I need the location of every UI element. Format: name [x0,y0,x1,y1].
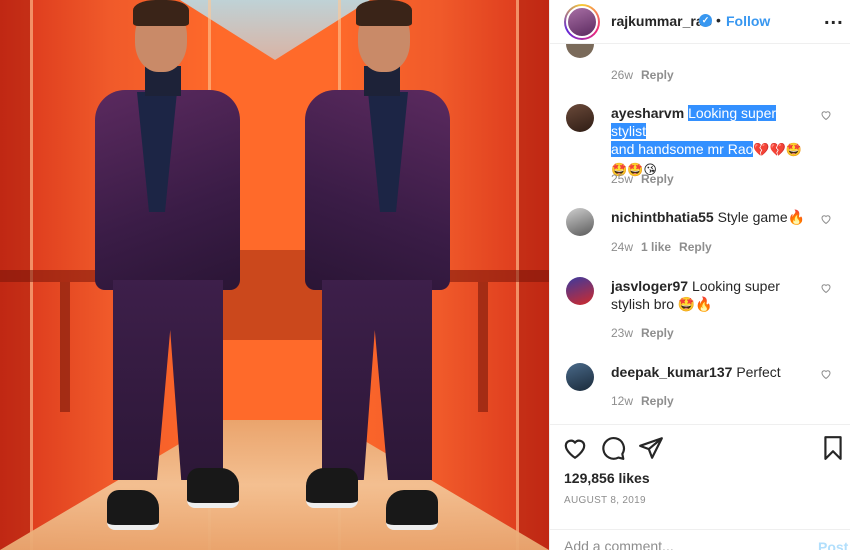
comments-list[interactable]: 26w Reply ayesharvm Looking super stylist… [550,44,850,424]
post-side-panel: rajkummar_rao ✓ • Follow ... 26w Reply ay… [549,0,850,550]
photo-table-leg [478,282,488,412]
likes-count[interactable]: 129,856 likes [564,470,650,486]
comment-username[interactable]: ayesharvm [611,105,684,121]
add-comment-input[interactable] [564,538,794,550]
like-comment-heart-icon[interactable] [820,109,832,121]
reply-button[interactable]: Reply [641,326,674,340]
like-heart-icon[interactable] [562,435,588,461]
comment-emojis: 💔💔🤩 [753,143,802,158]
author-avatar[interactable] [564,4,600,40]
comment-text: nichintbhatia55 Style game🔥 [611,208,811,226]
comment-meta: 25w Reply [611,172,674,186]
comment-avatar[interactable] [566,277,594,305]
author-username[interactable]: rajkummar_rao [611,13,712,29]
photo-person-left [95,0,245,550]
reply-button[interactable]: Reply [641,394,674,408]
comment-avatar[interactable] [566,44,594,58]
save-bookmark-icon[interactable] [820,435,846,461]
comment-body: Perfect [736,364,781,380]
post-actions: 129,856 likes AUGUST 8, 2019 Post [550,424,850,550]
separator-dot: • [716,12,721,28]
comment-avatar[interactable] [566,363,594,391]
comment-text: ayesharvm Looking super stylist and hand… [611,104,811,180]
like-comment-heart-icon[interactable] [820,213,832,225]
more-options-icon[interactable]: ... [824,7,844,30]
comment-time: 26w [611,68,634,82]
verified-badge-icon: ✓ [699,14,712,27]
comment-highlighted-text: and handsome mr Rao [611,141,754,157]
comment-time: 23w [611,326,634,340]
like-comment-heart-icon[interactable] [820,282,832,294]
post-header: rajkummar_rao ✓ • Follow ... [550,0,850,44]
comment-username[interactable]: deepak_kumar137 [611,364,732,380]
reply-button[interactable]: Reply [679,240,712,254]
post-photo[interactable] [0,0,549,550]
comment-meta: 12w Reply [611,394,674,408]
reply-button[interactable]: Reply [641,172,674,186]
comment-username[interactable]: jasvloger97 [611,278,688,294]
comment-time: 12w [611,394,634,408]
photo-table-leg [60,282,70,412]
post-date: AUGUST 8, 2019 [564,495,646,506]
comment-meta: 24w 1 like Reply [611,240,712,254]
comment-bubble-icon[interactable] [600,435,626,461]
share-send-icon[interactable] [638,435,664,461]
comment-time: 25w [611,172,634,186]
like-comment-heart-icon[interactable] [820,368,832,380]
comment-time: 24w [611,240,634,254]
follow-button[interactable]: Follow [726,13,770,29]
comment-likes-count[interactable]: 1 like [641,240,671,254]
add-comment-bar: Post [550,529,850,550]
reply-button[interactable]: Reply [641,68,674,82]
comment-meta: 23w Reply [611,326,674,340]
comment-username[interactable]: nichintbhatia55 [611,209,714,225]
comment-avatar[interactable] [566,104,594,132]
photo-floor [0,420,549,550]
post-comment-button[interactable]: Post [818,539,848,550]
comment-text: deepak_kumar137 Perfect [611,363,811,381]
comment-meta: 26w Reply [611,68,674,82]
comment-body: Style game🔥 [717,209,806,225]
comment-text: jasvloger97 Looking super stylish bro 🤩🔥 [611,277,811,313]
comment-avatar[interactable] [566,208,594,236]
photo-person-right [300,0,450,550]
